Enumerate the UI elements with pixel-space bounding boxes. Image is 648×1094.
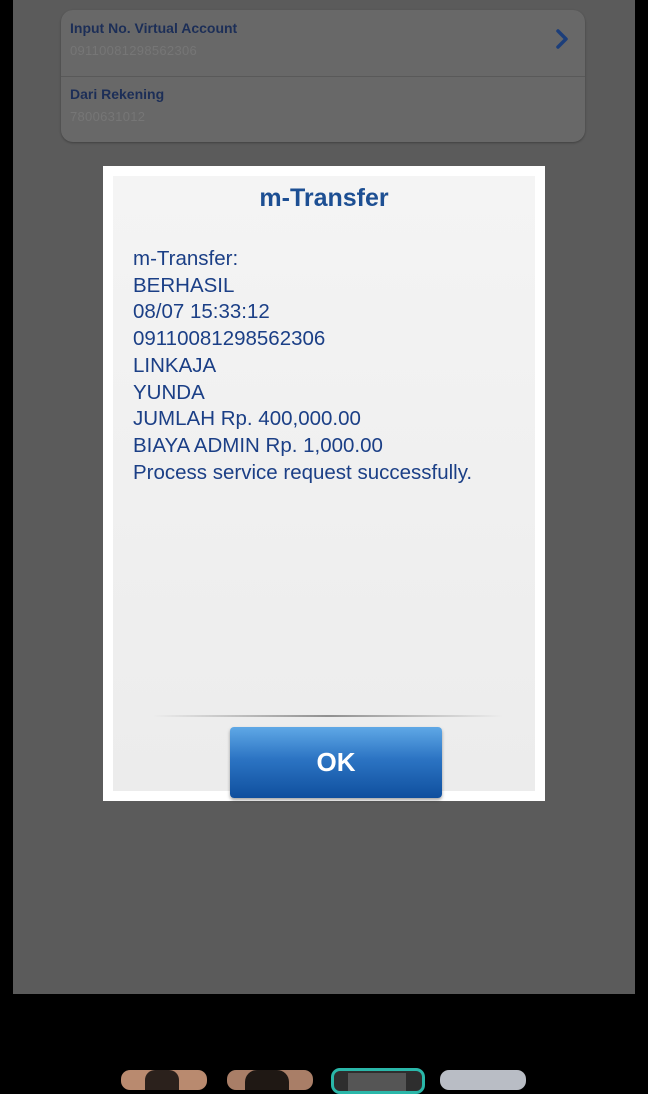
result-dialog: m-Transfer m-Transfer: BERHASIL 08/07 15…: [103, 166, 545, 801]
recent-thumbnail[interactable]: [227, 1070, 313, 1090]
message-line-name: YUNDA: [133, 380, 205, 404]
ok-button[interactable]: OK: [230, 727, 442, 798]
dialog-divider: [153, 715, 503, 717]
recent-apps-strip: [0, 1066, 648, 1094]
source-account-row[interactable]: Dari Rekening 7800631012: [61, 76, 585, 142]
dialog-message: m-Transfer: BERHASIL 08/07 15:33:12 0911…: [133, 246, 528, 486]
recent-thumbnail[interactable]: [121, 1070, 207, 1090]
transfer-form-card: Input No. Virtual Account 09110081298562…: [61, 10, 585, 142]
message-line-status: BERHASIL: [133, 273, 235, 297]
message-line-amount: JUMLAH Rp. 400,000.00: [133, 407, 361, 431]
dialog-title: m-Transfer: [259, 184, 389, 212]
message-line-account: 09110081298562306: [133, 327, 326, 351]
source-account-value: 7800631012: [70, 109, 146, 124]
recent-thumbnail-selected[interactable]: [331, 1068, 425, 1094]
thumbnail-image: [245, 1070, 289, 1090]
thumbnail-image: [145, 1070, 179, 1090]
message-line-biller: LINKAJA: [133, 353, 217, 377]
source-account-label: Dari Rekening: [70, 86, 165, 102]
message-line-result: Process service request successfully.: [133, 460, 473, 484]
message-line-fee: BIAYA ADMIN Rp. 1,000.00: [133, 433, 383, 457]
virtual-account-label: Input No. Virtual Account: [70, 20, 238, 36]
virtual-account-row[interactable]: Input No. Virtual Account 09110081298562…: [61, 10, 585, 77]
message-line-datetime: 08/07 15:33:12: [133, 300, 270, 324]
thumbnail-image: [348, 1073, 406, 1091]
message-line: m-Transfer:: [133, 247, 239, 270]
chevron-right-icon[interactable]: [551, 28, 573, 50]
virtual-account-value: 09110081298562306: [70, 43, 198, 58]
recent-thumbnail[interactable]: [440, 1070, 526, 1090]
dialog-body: m-Transfer m-Transfer: BERHASIL 08/07 15…: [113, 176, 535, 798]
